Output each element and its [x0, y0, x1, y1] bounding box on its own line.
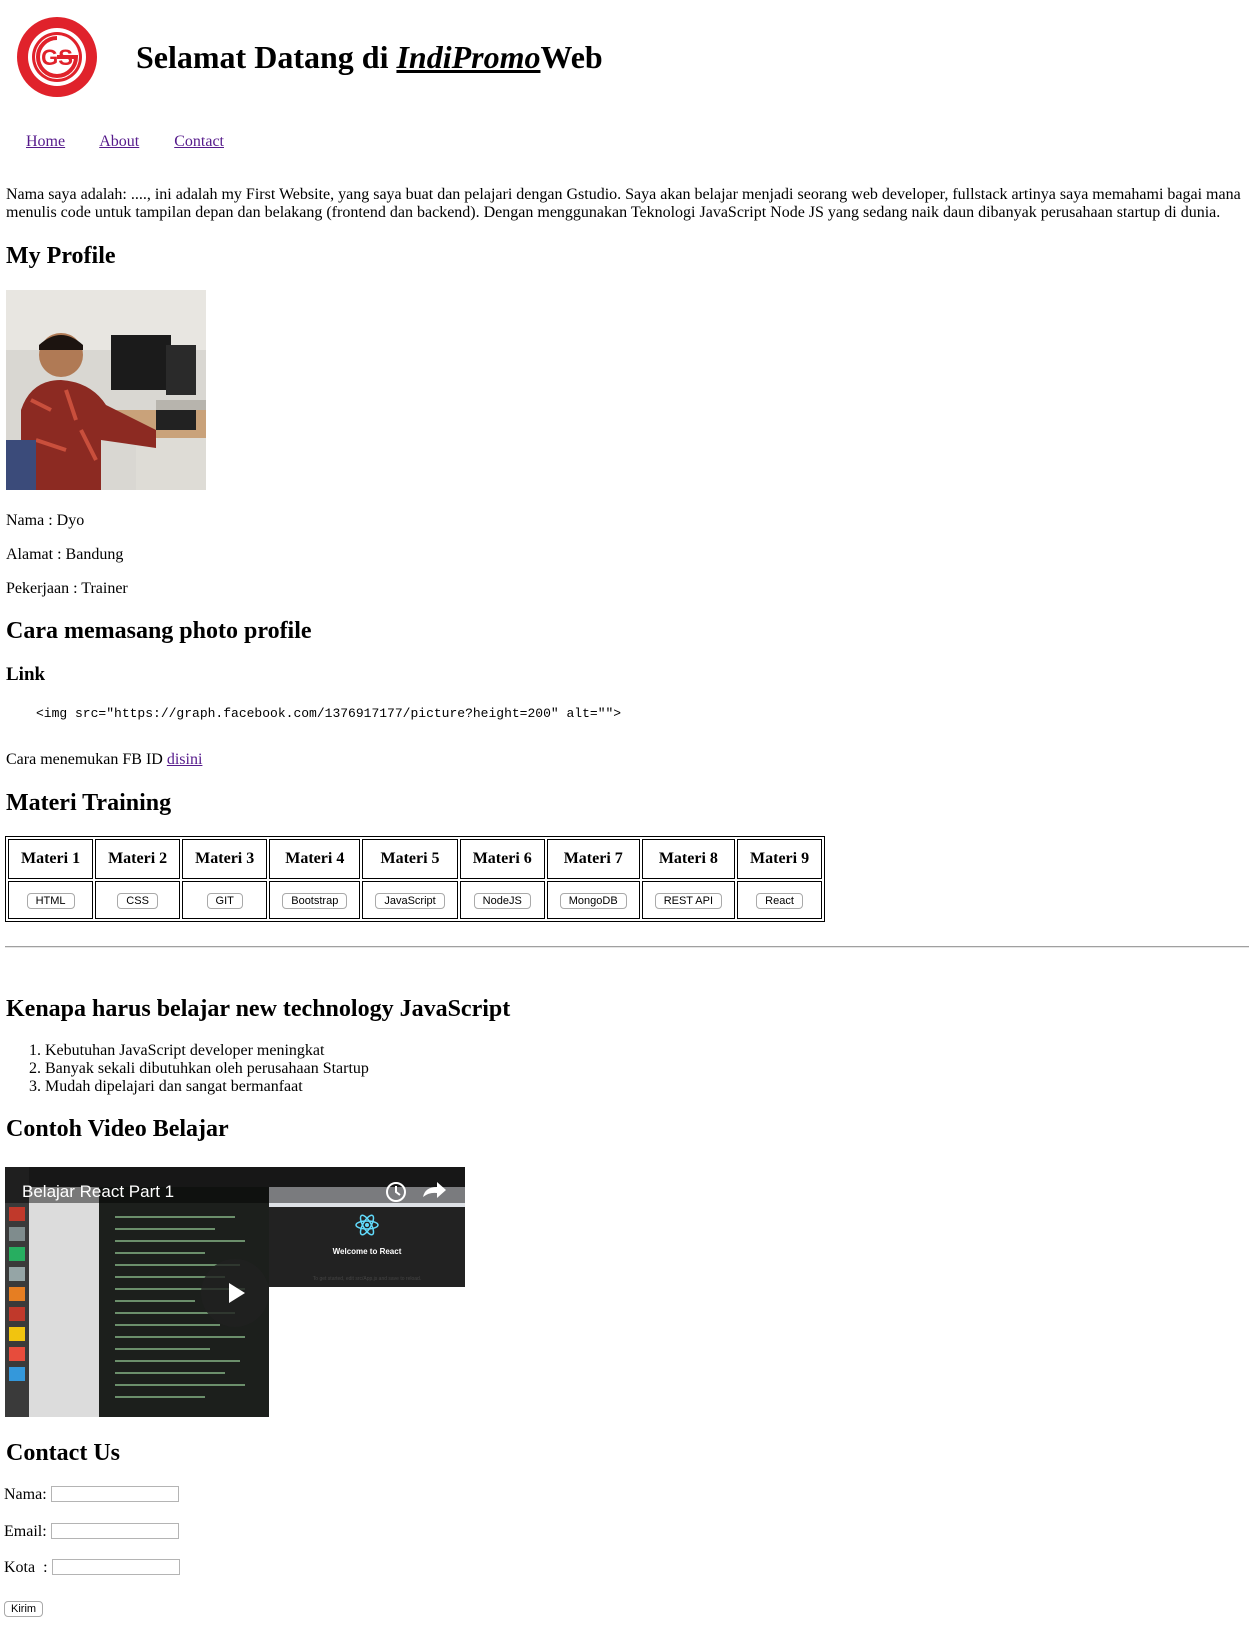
materi-header: Materi 6	[459, 839, 545, 879]
video-hint-text: To get started, edit src/App.js and save…	[313, 1276, 421, 1282]
nama-field[interactable]	[51, 1486, 179, 1502]
video-title: Belajar React Part 1	[22, 1182, 174, 1201]
link-subheading: Link	[6, 664, 46, 685]
list-item: Banyak sekali dibutuhkan oleh perusahaan…	[45, 1060, 369, 1078]
video-thumbnail: Welcome to React To get started, edit sr…	[5, 1167, 465, 1417]
section-divider	[5, 946, 1249, 948]
main-nav: Home About Contact	[26, 133, 255, 151]
materi-restapi-button[interactable]: REST API	[654, 893, 723, 909]
svg-text:GS: GS	[41, 45, 73, 70]
materi-header: Materi 8	[641, 839, 736, 879]
materi-bootstrap-button[interactable]: Bootstrap	[282, 893, 348, 909]
nav-about-link[interactable]: About	[99, 133, 139, 150]
materi-react-button[interactable]: React	[756, 893, 803, 909]
kota-field[interactable]	[52, 1559, 180, 1575]
materi-header: Materi 9	[737, 839, 823, 879]
contact-heading: Contact Us	[6, 1440, 120, 1466]
materi-mongodb-button[interactable]: MongoDB	[559, 893, 627, 909]
video-welcome-text: Welcome to React	[333, 1247, 402, 1256]
reasons-heading: Kenapa harus belajar new technology Java…	[6, 996, 511, 1022]
materi-button-row: HTML CSS GIT Bootstrap JavaScript NodeJS…	[8, 881, 823, 919]
materi-header: Materi 1	[8, 839, 94, 879]
play-icon	[201, 1259, 269, 1327]
profile-pekerjaan: Pekerjaan : Trainer	[6, 580, 128, 597]
nama-label: Nama:	[4, 1486, 47, 1503]
materi-header-row: Materi 1 Materi 2 Materi 3 Materi 4 Mate…	[8, 839, 823, 879]
profile-photo	[6, 290, 206, 490]
list-item: Mudah dipelajari dan sangat bermanfaat	[45, 1078, 369, 1096]
kirim-button[interactable]: Kirim	[4, 1601, 44, 1617]
fb-id-text: Cara menemukan FB ID disini	[6, 751, 203, 768]
video-embed[interactable]: Welcome to React To get started, edit sr…	[5, 1167, 465, 1417]
intro-paragraph: Nama saya adalah: ...., ini adalah my Fi…	[6, 186, 1241, 221]
site-header: GS Selamat Datang di IndiPromoWeb	[16, 16, 603, 98]
email-label: Email:	[4, 1523, 47, 1540]
gandrung-studio-logo: GS	[17, 17, 97, 97]
site-title: Selamat Datang di IndiPromoWeb	[136, 38, 603, 75]
kota-label: Kota :	[4, 1559, 48, 1576]
materi-nodejs-button[interactable]: NodeJS	[473, 893, 531, 909]
profile-nama: Nama : Dyo	[6, 512, 85, 529]
list-item: Kebutuhan JavaScript developer meningkat	[45, 1042, 369, 1060]
materi-header: Materi 5	[362, 839, 458, 879]
email-field[interactable]	[51, 1523, 179, 1539]
materi-css-button[interactable]: CSS	[117, 893, 158, 909]
materi-javascript-button[interactable]: JavaScript	[375, 893, 445, 909]
materi-header: Materi 4	[269, 839, 361, 879]
profile-alamat: Alamat : Bandung	[6, 546, 124, 563]
materi-header: Materi 7	[546, 839, 640, 879]
nav-contact-link[interactable]: Contact	[174, 133, 224, 150]
materi-html-button[interactable]: HTML	[26, 893, 75, 909]
profile-heading: My Profile	[6, 243, 116, 269]
materi-git-button[interactable]: GIT	[206, 893, 243, 909]
materi-heading: Materi Training	[6, 790, 172, 816]
reasons-list: Kebutuhan JavaScript developer meningkat…	[5, 1042, 369, 1096]
nav-home-link[interactable]: Home	[26, 133, 65, 150]
photo-howto-heading: Cara memasang photo profile	[6, 618, 312, 644]
materi-header: Materi 3	[182, 839, 268, 879]
materi-table: Materi 1 Materi 2 Materi 3 Materi 4 Mate…	[5, 836, 826, 922]
code-snippet: <img src="https://graph.facebook.com/137…	[36, 706, 622, 721]
materi-header: Materi 2	[95, 839, 181, 879]
video-heading: Contoh Video Belajar	[6, 1116, 229, 1142]
fb-id-link[interactable]: disini	[167, 751, 203, 768]
